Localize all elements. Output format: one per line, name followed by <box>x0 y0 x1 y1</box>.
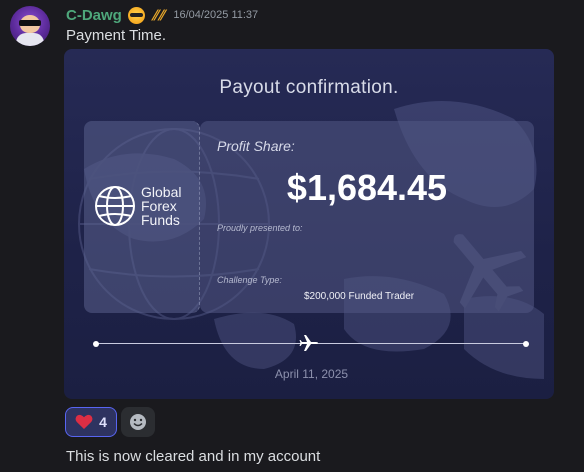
timestamp: 16/04/2025 11:37 <box>173 9 259 21</box>
sunglasses-emoji-icon <box>127 6 145 24</box>
plane-icon <box>299 335 318 351</box>
red-heart-icon <box>75 414 93 429</box>
confirmation-date: April 11, 2025 <box>274 367 349 381</box>
logo-line: Funds <box>141 212 180 228</box>
add-reaction-button[interactable] <box>121 407 155 437</box>
message-text: Payment Time. <box>66 27 167 44</box>
role-badge-icon[interactable]: ⫽⫽ <box>151 7 168 24</box>
timeline-end-dot <box>523 341 529 347</box>
avatar-body <box>16 33 44 46</box>
username[interactable]: C-Dawg <box>66 7 122 24</box>
payout-image[interactable]: Payout confirmation. Global Forex Funds … <box>64 49 554 399</box>
smiley-icon <box>130 414 146 430</box>
profit-share-label: Profit Share: <box>217 138 295 154</box>
avatar[interactable] <box>10 6 50 46</box>
reaction-count: 4 <box>99 414 107 430</box>
globe-icon <box>95 186 135 226</box>
message-header: C-Dawg ⫽⫽ 16/04/2025 11:37 <box>66 5 258 25</box>
card-title: Payout confirmation. <box>219 77 399 98</box>
avatar-glasses <box>19 20 41 26</box>
reply-message-text: This is now cleared and in my account <box>66 448 321 465</box>
presented-to-label: Proudly presented to: <box>217 223 303 233</box>
timeline-start-dot <box>93 341 99 347</box>
payout-amount: $1,684.45 <box>286 167 448 208</box>
company-logo-text: Global Forex Funds <box>141 185 181 227</box>
reaction-heart[interactable]: 4 <box>65 407 117 437</box>
logo-line: Global <box>141 184 182 200</box>
challenge-type-label: Challenge Type: <box>217 275 282 285</box>
logo-line: Forex <box>141 198 177 214</box>
challenge-type-value: $200,000 Funded Trader <box>304 291 415 302</box>
